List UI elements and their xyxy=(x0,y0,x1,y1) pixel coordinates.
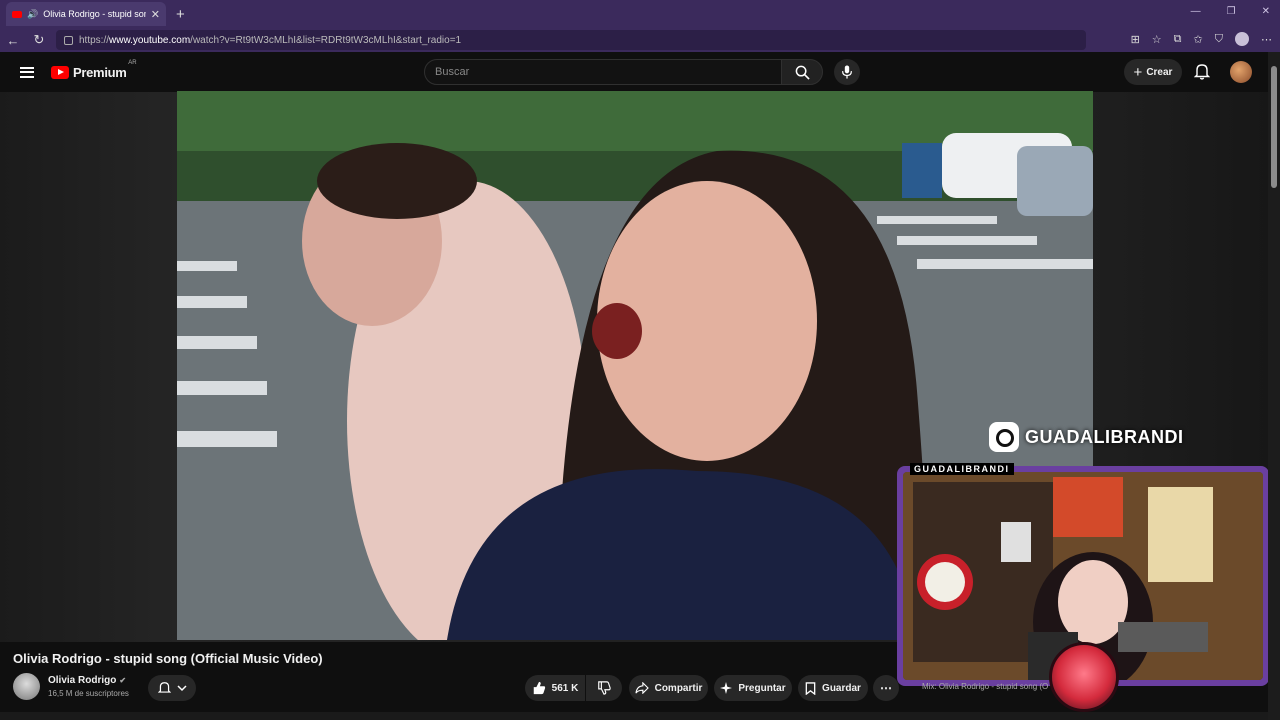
voice-search-button[interactable] xyxy=(834,59,860,85)
instagram-icon xyxy=(989,422,1019,452)
create-label: Crear xyxy=(1146,66,1173,78)
create-button[interactable]: + Crear xyxy=(1124,59,1182,85)
like-count: 561 K xyxy=(551,682,579,694)
youtube-page: Premium AR Buscar + Crear GUADALIBRANDI … xyxy=(0,52,1280,720)
search-input[interactable]: Buscar xyxy=(424,59,782,85)
subscriber-count: 16,5 M de suscriptores xyxy=(48,689,129,698)
country-code: AR xyxy=(128,59,137,66)
subscription-bell-button[interactable] xyxy=(148,675,196,701)
new-tab-button[interactable]: + xyxy=(176,6,185,23)
browser-menu-icon[interactable]: ⋯ xyxy=(1261,33,1272,46)
youtube-favicon-icon xyxy=(12,10,22,18)
back-arrow-icon[interactable]: ← xyxy=(0,33,26,48)
plus-icon: + xyxy=(1133,63,1143,81)
url-field[interactable]: https://www.youtube.com/watch?v=Rt9tW3cM… xyxy=(56,30,1086,50)
tab-title: Olivia Rodrigo - stupid song ( xyxy=(43,9,146,19)
channel-name[interactable]: Olivia Rodrigo ✔ xyxy=(48,675,126,686)
microphone-icon xyxy=(842,65,852,79)
app-available-icon[interactable]: ⊞ xyxy=(1131,33,1140,46)
account-avatar[interactable] xyxy=(1230,61,1252,83)
scrollbar-thumb[interactable] xyxy=(1271,66,1277,188)
bell-icon xyxy=(157,682,171,693)
ask-label: Preguntar xyxy=(738,682,786,694)
window-controls: — ❐ ✕ xyxy=(1191,6,1270,17)
more-actions-button[interactable]: ⋯ xyxy=(873,675,899,701)
bell-icon xyxy=(1193,64,1211,80)
mix-playlist-title[interactable]: Mix: Olivia Rodrigo - stupid song (O xyxy=(922,682,1048,691)
search-icon xyxy=(795,65,810,80)
share-button[interactable]: Compartir xyxy=(629,675,708,701)
save-label: Guardar xyxy=(822,682,861,694)
thumbs-up-icon xyxy=(533,681,545,695)
tab-close-icon[interactable]: ✕ xyxy=(151,8,160,21)
sparkle-icon xyxy=(720,682,733,694)
url-text: https://www.youtube.com/watch?v=Rt9tW3cM… xyxy=(79,34,462,46)
favorite-star-icon[interactable]: ☆ xyxy=(1152,33,1162,46)
page-scrollbar[interactable] xyxy=(1268,52,1280,720)
browser-address-bar: ← ↻ https://www.youtube.com/watch?v=Rt9t… xyxy=(0,28,1280,52)
instagram-overlay: GUADALIBRANDI xyxy=(989,422,1184,452)
dislike-button[interactable] xyxy=(586,675,622,701)
youtube-premium-logo[interactable]: Premium AR xyxy=(51,60,137,80)
thumbs-down-icon xyxy=(598,681,611,695)
save-button[interactable]: Guardar xyxy=(798,675,868,701)
more-dots-icon: ⋯ xyxy=(880,681,892,695)
instagram-handle: GUADALIBRANDI xyxy=(1025,426,1184,447)
share-icon xyxy=(635,682,649,694)
channel-name-text: Olivia Rodrigo xyxy=(48,675,117,686)
reload-icon[interactable]: ↻ xyxy=(26,32,52,48)
channel-avatar[interactable] xyxy=(13,673,40,700)
close-window-button[interactable]: ✕ xyxy=(1262,6,1270,17)
youtube-play-icon xyxy=(51,65,69,79)
notifications-button[interactable] xyxy=(1193,63,1211,85)
video-title: Olivia Rodrigo - stupid song (Official M… xyxy=(13,651,323,666)
site-info-icon[interactable] xyxy=(64,35,73,45)
extensions-icon[interactable]: ⧉ xyxy=(1174,33,1182,46)
browser-toolbar-icons: ⊞ ☆ ⧉ ✩ ⛉ ⋯ xyxy=(1131,32,1272,46)
menu-icon[interactable] xyxy=(20,66,34,78)
next-section-strip xyxy=(0,712,1268,720)
browser-profile-avatar[interactable] xyxy=(1235,32,1249,46)
favorites-icon[interactable]: ✩ xyxy=(1194,33,1203,46)
search-button[interactable] xyxy=(781,59,823,85)
browser-tab[interactable]: 🔊 Olivia Rodrigo - stupid song ( ✕ xyxy=(6,2,166,26)
browser-tab-bar: 🔊 Olivia Rodrigo - stupid song ( ✕ + — ❐… xyxy=(0,0,1280,28)
streamer-avatar xyxy=(1049,642,1119,712)
ask-button[interactable]: Preguntar xyxy=(714,675,792,701)
webcam-label: GUADALIBRANDI xyxy=(910,463,1014,475)
logo-text: Premium xyxy=(73,64,127,80)
bookmark-icon xyxy=(805,681,816,695)
share-label: Compartir xyxy=(654,682,703,694)
chevron-down-icon xyxy=(176,685,187,692)
shield-icon[interactable]: ⛉ xyxy=(1215,33,1223,46)
like-button[interactable]: 561 K xyxy=(525,675,585,701)
minimize-button[interactable]: — xyxy=(1191,6,1201,17)
verified-icon: ✔ xyxy=(119,676,127,685)
speaker-icon[interactable]: 🔊 xyxy=(27,9,38,20)
restore-button[interactable]: ❐ xyxy=(1227,6,1236,17)
